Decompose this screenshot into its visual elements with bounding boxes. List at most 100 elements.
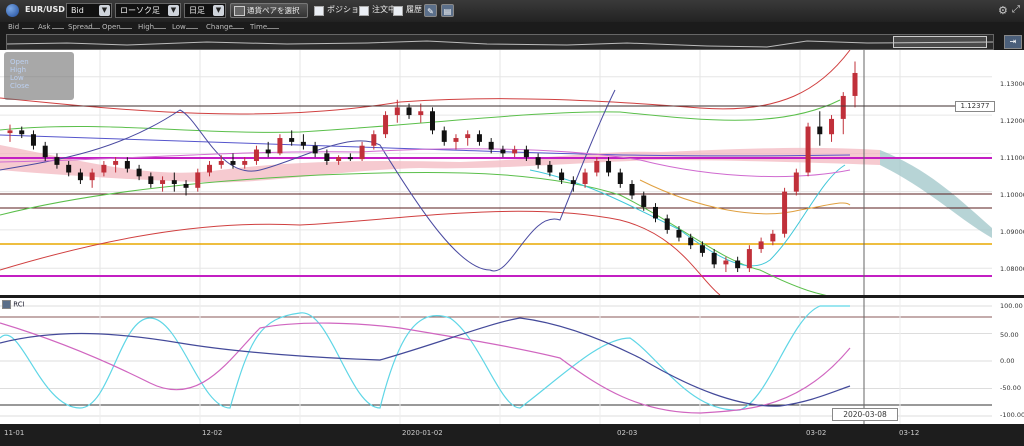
bollinger-upper-line [0,49,851,115]
candle-body [758,241,764,250]
candle-body [559,172,565,181]
legend-line [88,28,100,29]
candle-body [277,138,283,154]
candle-body [617,172,623,184]
ichimoku-cloud [0,145,880,183]
crosshair-date-tag: 2020-03-08 [832,408,898,421]
candle-body [476,134,482,142]
chart-settings-icon[interactable]: ▤ [441,4,454,17]
navigator-scrollbar[interactable] [6,34,994,50]
select-pair-button[interactable]: 通貨ペアを選択 [230,3,308,18]
candle-body [523,149,529,158]
candle-body [124,161,130,169]
x-axis-label: 03-02 [806,429,827,437]
legend-line [232,28,244,29]
rci-long-line [0,317,851,407]
candle-body [359,145,365,160]
history-label: 履歴 [406,5,422,14]
candle-body [77,172,83,181]
candle-body [171,180,177,184]
candle-body [324,153,330,162]
select-pair-label: 通貨ペアを選択 [247,6,300,15]
candle-body [829,118,835,135]
period-label: 日足 [189,6,205,15]
candle-body [54,157,60,165]
candle-body [535,157,541,165]
rci-header: RCI [2,300,25,309]
candle-body [30,134,36,146]
period-select[interactable]: 日足 ▼ [184,3,226,18]
y-axis-label: 1.10000 [1000,191,1024,199]
candle-body [852,72,858,96]
candle-body [488,141,494,150]
chart-type-select[interactable]: ローソク足 ▼ [115,3,181,18]
candle-body [582,172,588,184]
legend-high: High [138,23,155,31]
candle-body [652,206,658,219]
candle-body [195,172,201,188]
candle-body [676,229,682,238]
candle-body [207,164,213,173]
candle-body [699,245,705,253]
rci-y-label: 100.00 [1000,302,1023,310]
candle-body [148,176,154,184]
candle-body [664,218,670,230]
legend-time: Time [250,23,268,31]
y-axis-label: 1.12000 [1000,117,1024,125]
main-chart[interactable] [0,49,1024,299]
pair-select[interactable]: EUR/USD [21,3,65,18]
candle-body [805,126,811,173]
list-icon [234,6,245,16]
ohlc-high: High [10,66,27,74]
candle-body [347,157,353,160]
y-axis-label: 1.08000 [1000,265,1024,273]
scroll-to-end-button[interactable]: ⇥ [1004,35,1022,49]
candle-body [746,249,752,269]
legend-line [267,28,279,29]
candle-body [547,164,553,173]
candle-body [606,161,612,173]
toolbar: EUR/USD Bid ▼ ローソク足 ▼ 日足 ▼ 通貨ペアを選択 ポジション… [0,0,1024,23]
legend-line [120,28,132,29]
candle-body [336,157,342,162]
expand-icon[interactable]: ⤢ [1012,4,1020,19]
navigator-handle[interactable] [893,36,987,48]
position-checkbox[interactable] [314,6,324,16]
legend-change: Change [206,23,233,31]
rci-y-label: 50.00 [1000,331,1019,339]
x-axis-label: 12-02 [202,429,223,437]
bollinger-lower-line [0,210,721,296]
legend-line [154,28,166,29]
candle-body [782,191,788,234]
candle-body [136,168,142,177]
chevron-down-icon: ▼ [213,5,224,16]
candle-body [265,149,271,154]
candle-body [242,161,248,165]
candle-body [793,172,799,192]
bollinger-mid-line [0,99,841,133]
candle-body [300,141,306,146]
orders-checkbox[interactable] [359,6,369,16]
rci-chart[interactable] [0,298,1024,424]
price-type-label: Bid [71,6,84,15]
candle-body [101,164,107,173]
chevron-down-icon: ▼ [99,5,110,16]
history-checkbox[interactable] [393,6,403,16]
rci-settings-icon[interactable] [2,300,11,309]
candle-body [113,161,119,165]
candle-body [723,260,729,265]
current-price-tag: 1.12377 [955,101,995,112]
candle-body [512,149,518,154]
gear-icon[interactable]: ⚙ [998,4,1008,19]
price-type-select[interactable]: Bid ▼ [66,3,112,18]
candle-body [418,111,424,116]
x-axis-label: 02-03 [617,429,638,437]
candle-body [160,180,166,184]
rci-short-line [0,305,850,411]
candle-body [394,107,400,116]
x-axis: 11-01 12-02 2020-01-02 02-03 03-02 03-12 [0,424,1024,446]
candle-body [253,149,259,162]
draw-tool-icon[interactable]: ✎ [424,4,437,17]
ohlc-close: Close [10,82,30,90]
main-chart-svg [0,49,992,299]
